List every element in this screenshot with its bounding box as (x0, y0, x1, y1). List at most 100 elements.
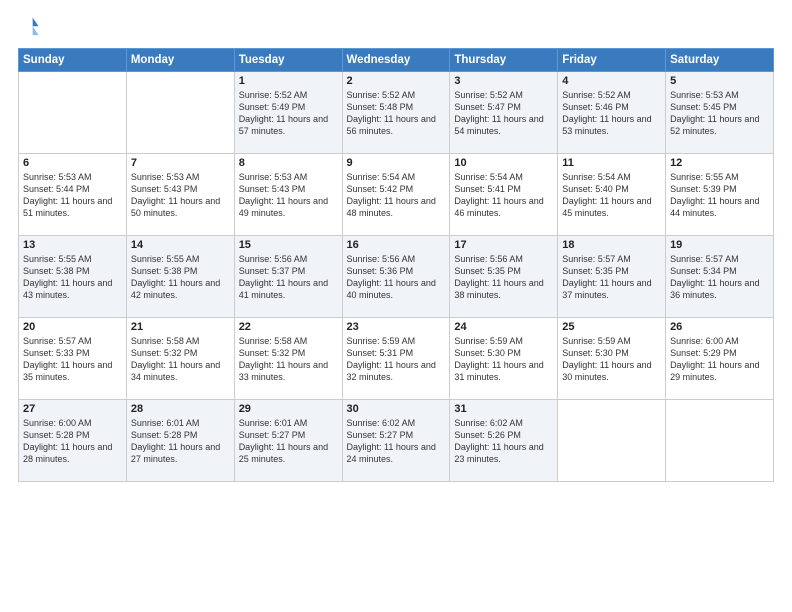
day-number: 5 (670, 75, 769, 87)
day-number: 20 (23, 321, 122, 333)
day-cell: 11 Sunrise: 5:54 AMSunset: 5:40 PMDayligh… (558, 154, 666, 236)
week-row-1: 6 Sunrise: 5:53 AMSunset: 5:44 PMDaylight… (19, 154, 774, 236)
day-number: 24 (454, 321, 553, 333)
day-cell: 12Sunrise: 5:55 AMSunset: 5:39 PMDayligh… (666, 154, 774, 236)
day-info: Sunrise: 6:02 AMSunset: 5:26 PMDaylight:… (454, 417, 553, 466)
day-cell: 31 Sunrise: 6:02 AMSunset: 5:26 PMDayligh… (450, 400, 558, 482)
header-cell-saturday: Saturday (666, 49, 774, 72)
day-number: 3 (454, 75, 553, 87)
day-cell: 23 Sunrise: 5:59 AMSunset: 5:31 PMDayligh… (342, 318, 450, 400)
day-info: Sunrise: 5:59 AMSunset: 5:30 PMDaylight:… (562, 335, 661, 384)
day-number: 28 (131, 403, 230, 415)
day-cell: 27 Sunrise: 6:00 AMSunset: 5:28 PMDayligh… (19, 400, 127, 482)
header (18, 16, 774, 38)
day-cell: 26 Sunrise: 6:00 AMSunset: 5:29 PMDayligh… (666, 318, 774, 400)
day-cell: 2 Sunrise: 5:52 AMSunset: 5:48 PMDaylight… (342, 72, 450, 154)
day-cell (666, 400, 774, 482)
calendar-table: SundayMondayTuesdayWednesdayThursdayFrid… (18, 48, 774, 482)
day-number: 25 (562, 321, 661, 333)
day-number: 8 (239, 157, 338, 169)
day-number: 21 (131, 321, 230, 333)
day-info: Sunrise: 5:56 AMSunset: 5:36 PMDaylight:… (347, 253, 446, 302)
day-cell (19, 72, 127, 154)
day-cell: 22Sunrise: 5:58 AMSunset: 5:32 PMDayligh… (234, 318, 342, 400)
day-number: 26 (670, 321, 769, 333)
day-info: Sunrise: 5:55 AMSunset: 5:38 PMDaylight:… (131, 253, 230, 302)
day-number: 18 (562, 239, 661, 251)
day-cell: 3 Sunrise: 5:52 AMSunset: 5:47 PMDaylight… (450, 72, 558, 154)
day-cell: 17 Sunrise: 5:56 AMSunset: 5:35 PMDayligh… (450, 236, 558, 318)
day-info: Sunrise: 5:53 AMSunset: 5:44 PMDaylight:… (23, 171, 122, 220)
week-row-4: 27 Sunrise: 6:00 AMSunset: 5:28 PMDayligh… (19, 400, 774, 482)
day-cell: 14 Sunrise: 5:55 AMSunset: 5:38 PMDayligh… (126, 236, 234, 318)
day-number: 22 (239, 321, 338, 333)
day-number: 6 (23, 157, 122, 169)
header-cell-wednesday: Wednesday (342, 49, 450, 72)
day-info: Sunrise: 5:56 AMSunset: 5:37 PMDaylight:… (239, 253, 338, 302)
day-number: 9 (347, 157, 446, 169)
week-row-2: 13 Sunrise: 5:55 AMSunset: 5:38 PMDayligh… (19, 236, 774, 318)
day-cell: 7 Sunrise: 5:53 AMSunset: 5:43 PMDaylight… (126, 154, 234, 236)
day-number: 29 (239, 403, 338, 415)
day-info: Sunrise: 6:02 AMSunset: 5:27 PMDaylight:… (347, 417, 446, 466)
day-cell: 30 Sunrise: 6:02 AMSunset: 5:27 PMDayligh… (342, 400, 450, 482)
day-info: Sunrise: 5:52 AMSunset: 5:49 PMDaylight:… (239, 89, 338, 138)
day-info: Sunrise: 5:59 AMSunset: 5:31 PMDaylight:… (347, 335, 446, 384)
day-number: 1 (239, 75, 338, 87)
day-info: Sunrise: 5:55 AMSunset: 5:39 PMDaylight:… (670, 171, 769, 220)
day-info: Sunrise: 5:53 AMSunset: 5:43 PMDaylight:… (239, 171, 338, 220)
day-cell: 8 Sunrise: 5:53 AMSunset: 5:43 PMDaylight… (234, 154, 342, 236)
day-cell (558, 400, 666, 482)
day-number: 7 (131, 157, 230, 169)
header-cell-monday: Monday (126, 49, 234, 72)
week-row-3: 20Sunrise: 5:57 AMSunset: 5:33 PMDayligh… (19, 318, 774, 400)
day-cell: 24 Sunrise: 5:59 AMSunset: 5:30 PMDayligh… (450, 318, 558, 400)
day-info: Sunrise: 6:01 AMSunset: 5:28 PMDaylight:… (131, 417, 230, 466)
day-number: 30 (347, 403, 446, 415)
day-cell: 16 Sunrise: 5:56 AMSunset: 5:36 PMDayligh… (342, 236, 450, 318)
day-info: Sunrise: 5:54 AMSunset: 5:42 PMDaylight:… (347, 171, 446, 220)
day-number: 27 (23, 403, 122, 415)
day-number: 2 (347, 75, 446, 87)
day-info: Sunrise: 6:01 AMSunset: 5:27 PMDaylight:… (239, 417, 338, 466)
day-cell: 15Sunrise: 5:56 AMSunset: 5:37 PMDayligh… (234, 236, 342, 318)
day-cell: 5 Sunrise: 5:53 AMSunset: 5:45 PMDaylight… (666, 72, 774, 154)
header-cell-thursday: Thursday (450, 49, 558, 72)
day-info: Sunrise: 5:58 AMSunset: 5:32 PMDaylight:… (131, 335, 230, 384)
day-info: Sunrise: 5:57 AMSunset: 5:34 PMDaylight:… (670, 253, 769, 302)
day-cell: 19 Sunrise: 5:57 AMSunset: 5:34 PMDayligh… (666, 236, 774, 318)
day-number: 23 (347, 321, 446, 333)
day-info: Sunrise: 5:53 AMSunset: 5:43 PMDaylight:… (131, 171, 230, 220)
day-cell: 18Sunrise: 5:57 AMSunset: 5:35 PMDayligh… (558, 236, 666, 318)
day-cell: 6 Sunrise: 5:53 AMSunset: 5:44 PMDaylight… (19, 154, 127, 236)
day-cell: 10Sunrise: 5:54 AMSunset: 5:41 PMDayligh… (450, 154, 558, 236)
day-info: Sunrise: 6:00 AMSunset: 5:28 PMDaylight:… (23, 417, 122, 466)
day-cell: 28 Sunrise: 6:01 AMSunset: 5:28 PMDayligh… (126, 400, 234, 482)
header-cell-friday: Friday (558, 49, 666, 72)
day-info: Sunrise: 5:52 AMSunset: 5:48 PMDaylight:… (347, 89, 446, 138)
day-info: Sunrise: 6:00 AMSunset: 5:29 PMDaylight:… (670, 335, 769, 384)
day-info: Sunrise: 5:53 AMSunset: 5:45 PMDaylight:… (670, 89, 769, 138)
day-cell: 21 Sunrise: 5:58 AMSunset: 5:32 PMDayligh… (126, 318, 234, 400)
day-number: 17 (454, 239, 553, 251)
day-info: Sunrise: 5:56 AMSunset: 5:35 PMDaylight:… (454, 253, 553, 302)
day-number: 31 (454, 403, 553, 415)
day-info: Sunrise: 5:52 AMSunset: 5:47 PMDaylight:… (454, 89, 553, 138)
day-cell: 29 Sunrise: 6:01 AMSunset: 5:27 PMDayligh… (234, 400, 342, 482)
day-info: Sunrise: 5:59 AMSunset: 5:30 PMDaylight:… (454, 335, 553, 384)
day-cell: 13Sunrise: 5:55 AMSunset: 5:38 PMDayligh… (19, 236, 127, 318)
page: SundayMondayTuesdayWednesdayThursdayFrid… (0, 0, 792, 492)
day-number: 11 (562, 157, 661, 169)
header-cell-sunday: Sunday (19, 49, 127, 72)
day-number: 14 (131, 239, 230, 251)
day-number: 19 (670, 239, 769, 251)
day-number: 13 (23, 239, 122, 251)
day-info: Sunrise: 5:52 AMSunset: 5:46 PMDaylight:… (562, 89, 661, 138)
day-info: Sunrise: 5:54 AMSunset: 5:40 PMDaylight:… (562, 171, 661, 220)
logo-icon (18, 16, 40, 38)
day-cell: 20Sunrise: 5:57 AMSunset: 5:33 PMDayligh… (19, 318, 127, 400)
day-number: 16 (347, 239, 446, 251)
day-number: 4 (562, 75, 661, 87)
header-row: SundayMondayTuesdayWednesdayThursdayFrid… (19, 49, 774, 72)
day-cell: 1 Sunrise: 5:52 AMSunset: 5:49 PMDaylight… (234, 72, 342, 154)
